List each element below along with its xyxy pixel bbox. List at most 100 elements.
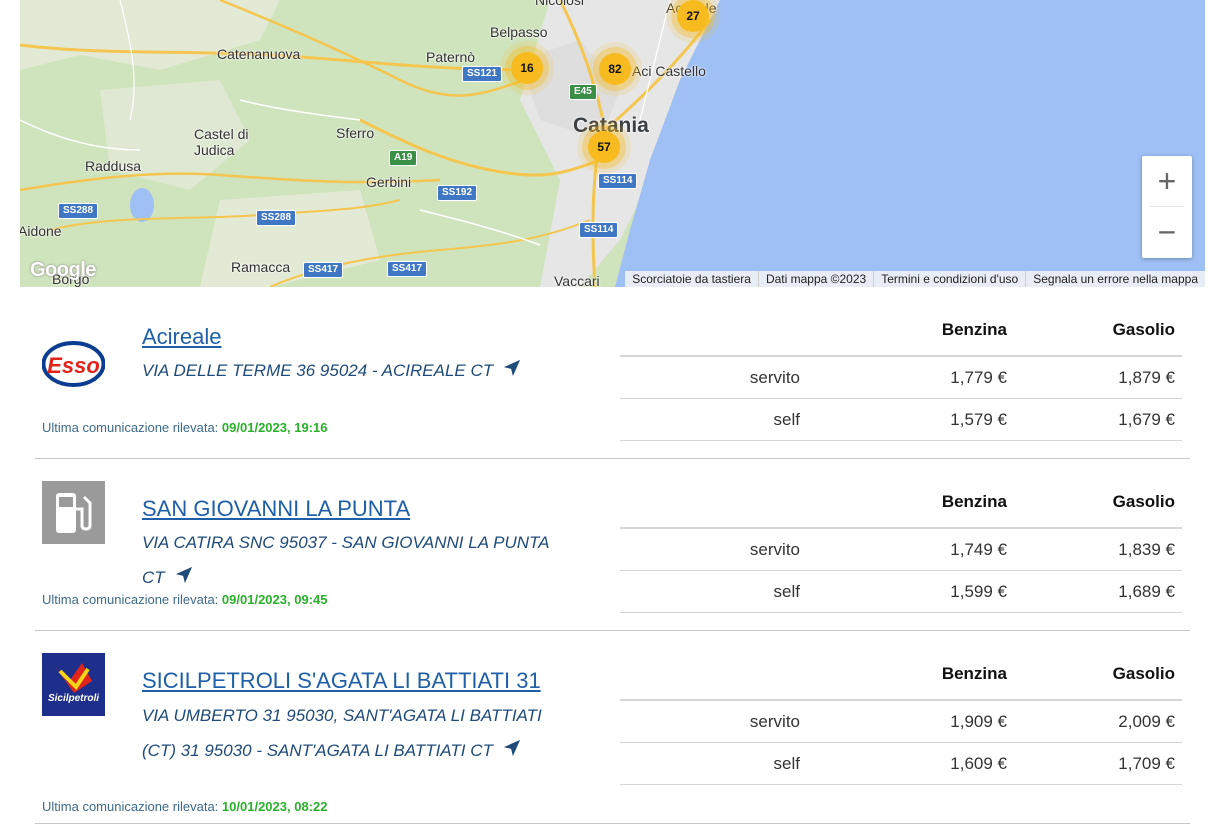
report-error-link[interactable]: Segnala un errore nella mappa [1025, 271, 1205, 287]
map-cluster-marker[interactable]: 16 [511, 52, 543, 84]
navigate-arrow-icon[interactable] [503, 354, 521, 389]
service-type: self [620, 742, 807, 785]
service-type: self [620, 570, 807, 613]
station-name-link[interactable]: SAN GIOVANNI LA PUNTA [142, 496, 410, 522]
price-header-gasolio: Gasolio [1014, 305, 1182, 357]
service-type: servito [620, 528, 807, 571]
sicilpetroli-logo: Sicilpetroli [42, 653, 105, 716]
road-shield: E45 [569, 84, 597, 100]
price-header-benzina: Benzina [807, 477, 1014, 529]
table-row: self 1,609 € 1,709 € [620, 742, 1182, 785]
road-shield: SS417 [303, 262, 344, 278]
price-header-type [620, 649, 807, 701]
price-benzina: 1,779 € [807, 356, 1014, 399]
map-attribution: Scorciatoie da tastiera Dati mappa ©2023… [625, 271, 1205, 287]
station-name-link[interactable]: Acireale [142, 324, 221, 350]
price-gasolio: 1,679 € [1014, 398, 1182, 441]
svg-text:Sicilpetroli: Sicilpetroli [48, 693, 99, 704]
price-table: Benzina Gasolio servito 1,909 € 2,009 € … [620, 649, 1182, 785]
service-type: self [620, 398, 807, 441]
price-benzina: 1,749 € [807, 528, 1014, 571]
price-header-benzina: Benzina [807, 649, 1014, 701]
station-name-link[interactable]: SICILPETROLI S'AGATA LI BATTIATI 31 [142, 668, 541, 694]
last-comm-label: Ultima comunicazione rilevata: [42, 592, 219, 607]
price-header-type [620, 305, 807, 357]
navigate-arrow-icon[interactable] [175, 561, 193, 596]
last-comm-label: Ultima comunicazione rilevata: [42, 799, 219, 814]
last-communication: Ultima comunicazione rilevata: 09/01/202… [42, 592, 327, 607]
map-label-castel-di-judica: Castel di Judica [194, 126, 249, 158]
map-label-nicolosi: Nicolosi [535, 0, 585, 8]
table-row: self 1,599 € 1,689 € [620, 570, 1182, 613]
road-shield: A19 [389, 150, 418, 166]
price-benzina: 1,599 € [807, 570, 1014, 613]
zoom-in-button[interactable]: + [1142, 156, 1192, 206]
keyboard-shortcuts-link[interactable]: Scorciatoie da tastiera [625, 271, 758, 287]
table-row: self 1,579 € 1,679 € [620, 398, 1182, 441]
road-shield: SS192 [437, 185, 478, 201]
zoom-control: + − [1142, 156, 1192, 258]
last-communication: Ultima comunicazione rilevata: 09/01/202… [42, 420, 327, 435]
price-table: Benzina Gasolio servito 1,749 € 1,839 € … [620, 477, 1182, 613]
road-shield: SS288 [58, 203, 99, 219]
station-card: Sicilpetroli SICILPETROLI S'AGATA LI BAT… [35, 644, 1190, 824]
price-gasolio: 1,879 € [1014, 356, 1182, 399]
price-header-benzina: Benzina [807, 305, 1014, 357]
map-label-aci-castello: Aci Castello [632, 63, 706, 79]
map-label-vaccari: Vaccari [554, 273, 600, 287]
price-benzina: 1,609 € [807, 742, 1014, 785]
station-card: SAN GIOVANNI LA PUNTA VIA CATIRA SNC 950… [35, 472, 1190, 631]
service-type: servito [620, 700, 807, 743]
zoom-out-button[interactable]: − [1142, 207, 1192, 257]
road-shield: SS114 [598, 173, 638, 189]
google-logo[interactable]: Google [30, 259, 96, 282]
last-comm-timestamp: 09/01/2023, 09:45 [221, 592, 328, 607]
road-shield: SS121 [462, 66, 503, 82]
road-shield: SS288 [256, 210, 297, 226]
map-label-paterno: Paternò [426, 49, 476, 65]
map-label-catenanuova: Catenanuova [217, 46, 301, 62]
station-address[interactable]: VIA CATIRA SNC 95037 - SAN GIOVANNI LA P… [142, 525, 572, 596]
last-communication: Ultima comunicazione rilevata: 10/01/202… [42, 799, 327, 814]
price-table: Benzina Gasolio servito 1,779 € 1,879 € … [620, 305, 1182, 441]
table-row: servito 1,909 € 2,009 € [620, 700, 1182, 743]
last-comm-timestamp: 10/01/2023, 08:22 [221, 799, 328, 814]
price-gasolio: 1,839 € [1014, 528, 1182, 571]
map-label-sferro: Sferro [336, 125, 375, 141]
price-gasolio: 2,009 € [1014, 700, 1182, 743]
station-address-text: VIA DELLE TERME 36 95024 - ACIREALE CT [142, 361, 494, 380]
road-shield: SS114 [579, 222, 619, 238]
map-cluster-marker[interactable]: 57 [588, 131, 620, 163]
navigate-arrow-icon[interactable] [503, 734, 521, 769]
price-gasolio: 1,709 € [1014, 742, 1182, 785]
station-address[interactable]: VIA DELLE TERME 36 95024 - ACIREALE CT [142, 353, 572, 389]
station-address[interactable]: VIA UMBERTO 31 95030, SANT'AGATA LI BATT… [142, 698, 572, 769]
last-comm-timestamp: 09/01/2023, 19:16 [221, 420, 328, 435]
svg-text:Esso: Esso [47, 353, 100, 378]
map-data-link[interactable]: Dati mappa ©2023 [757, 271, 873, 287]
price-benzina: 1,909 € [807, 700, 1014, 743]
map-cluster-marker[interactable]: 82 [599, 53, 631, 85]
price-benzina: 1,579 € [807, 398, 1014, 441]
price-gasolio: 1,689 € [1014, 570, 1182, 613]
price-header-gasolio: Gasolio [1014, 649, 1182, 701]
station-card: Esso Acireale VIA DELLE TERME 36 95024 -… [35, 300, 1190, 459]
map-view[interactable]: Nicolosi Belpasso Catenanuova Paternò Ac… [20, 0, 1205, 287]
last-comm-label: Ultima comunicazione rilevata: [42, 420, 219, 435]
map-label-ramacca: Ramacca [231, 259, 291, 275]
service-type: servito [620, 356, 807, 399]
road-shield: SS417 [387, 261, 428, 277]
price-header-type [620, 477, 807, 529]
table-row: servito 1,779 € 1,879 € [620, 356, 1182, 399]
map-label-gerbini: Gerbini [366, 174, 412, 190]
terms-link[interactable]: Termini e condizioni d'uso [873, 271, 1025, 287]
station-address-text: VIA CATIRA SNC 95037 - SAN GIOVANNI LA P… [142, 533, 549, 587]
map-cluster-marker[interactable]: 27 [677, 0, 709, 32]
table-row: servito 1,749 € 1,839 € [620, 528, 1182, 571]
map-label-aidone: Aidone [20, 223, 62, 239]
station-address-text: VIA UMBERTO 31 95030, SANT'AGATA LI BATT… [142, 706, 542, 760]
esso-logo: Esso [41, 324, 106, 387]
fuel-pump-icon [42, 481, 105, 544]
map-label-raddusa: Raddusa [85, 158, 142, 174]
price-header-gasolio: Gasolio [1014, 477, 1182, 529]
